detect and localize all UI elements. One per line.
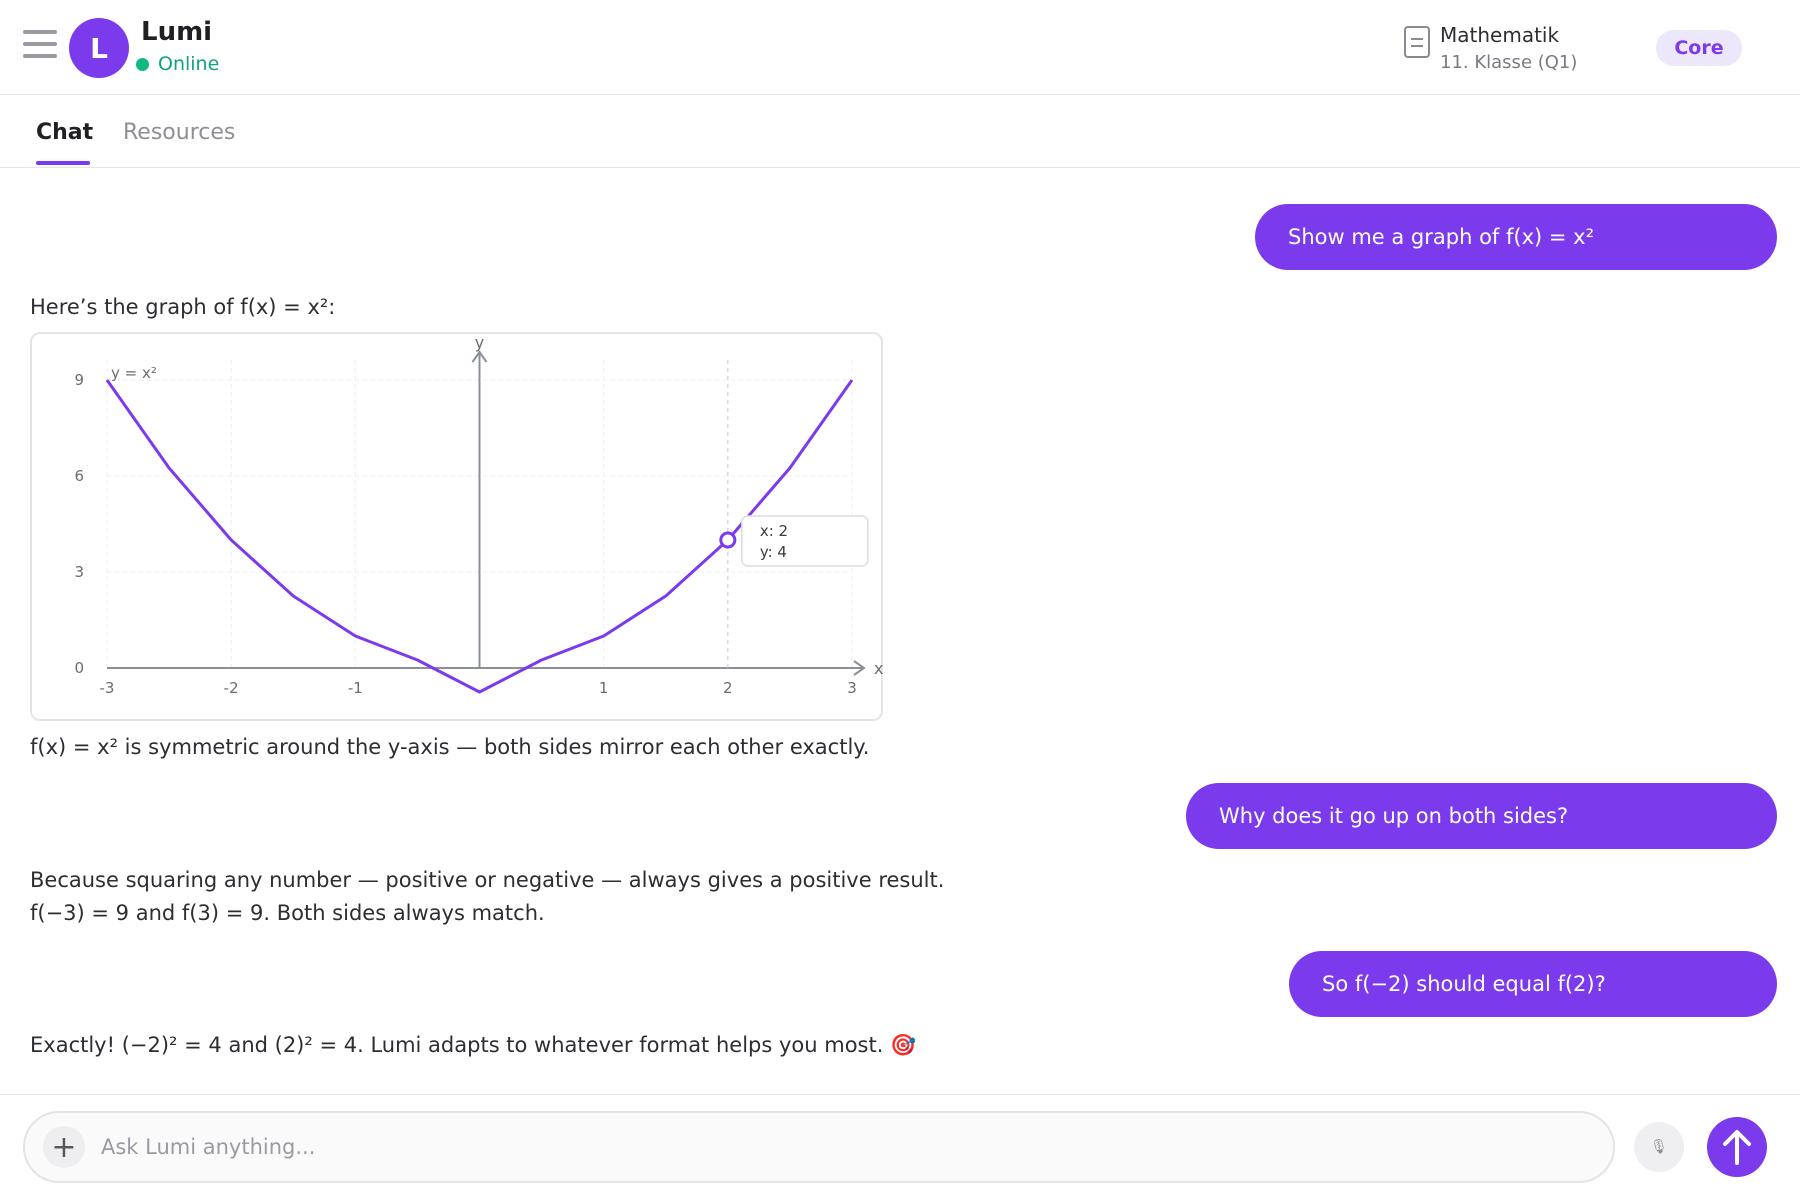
y-tick-label: 0 <box>74 659 84 677</box>
bot-message: Exactly! (−2)² = 4 and (2)² = 4. Lumi ad… <box>30 1033 917 1057</box>
avatar: L <box>69 18 129 78</box>
x-tick-label: -2 <box>224 679 239 697</box>
online-dot-icon <box>136 57 149 71</box>
x-tick-label: 3 <box>847 679 857 697</box>
subject-title: Mathematik <box>1440 23 1560 47</box>
online-status: Online <box>136 53 219 75</box>
chat-header: L Lumi Online Mathematik 11. Klasse (Q1)… <box>0 0 1800 95</box>
bot-message-line: Because squaring any number — positive o… <box>30 868 945 892</box>
tab-resources[interactable]: Resources <box>123 120 235 145</box>
user-message: Show me a graph of f(x) = x² <box>1255 204 1777 270</box>
x-tick-label: -3 <box>100 679 115 697</box>
microphone-icon: 🎙 <box>1650 1139 1668 1155</box>
user-message: Why does it go up on both sides? <box>1186 783 1777 849</box>
y-axis-label: y <box>475 334 484 352</box>
bot-message-line: f(−3) = 9 and f(3) = 9. Both sides alway… <box>30 901 545 925</box>
plan-badge: Core <box>1656 30 1742 66</box>
y-tick-label: 6 <box>74 467 84 485</box>
graph-card: -3 -2 -1 1 2 3 0 3 6 9 x y y = x² x: 2 y: 4 <box>30 332 883 721</box>
x-tick-label: -1 <box>348 679 363 697</box>
send-button[interactable] <box>1707 1117 1767 1177</box>
tooltip-x-value: x: 2 <box>760 522 788 540</box>
series-label: y = x² <box>111 364 157 382</box>
bot-message-intro: Here’s the graph of f(x) = x²: <box>30 295 336 319</box>
x-tick-label: 1 <box>599 679 609 697</box>
message-composer: + <box>23 1111 1615 1183</box>
avatar-letter: L <box>90 31 108 65</box>
tab-chat[interactable]: Chat <box>36 120 93 145</box>
plus-icon: + <box>51 1129 77 1165</box>
message-input[interactable] <box>101 1127 1581 1167</box>
microphone-button[interactable]: 🎙 <box>1634 1122 1684 1172</box>
bot-name: Lumi <box>141 17 213 47</box>
chart-tooltip: x: 2 y: 4 <box>719 360 869 668</box>
tooltip-y-value: y: 4 <box>760 543 787 561</box>
highlight-point <box>719 531 737 549</box>
bot-message: Because squaring any number — positive o… <box>30 864 944 930</box>
tab-bar: Chat Resources <box>0 96 1800 168</box>
function-graph: -3 -2 -1 1 2 3 0 3 6 9 x y y = x² x: 2 y: 4 <box>74 334 883 697</box>
status-label: Online <box>158 53 220 75</box>
y-tick-label: 9 <box>74 371 84 389</box>
user-message: So f(−2) should equal f(2)? <box>1289 951 1777 1017</box>
composer-divider <box>0 1094 1800 1095</box>
y-tick-label: 3 <box>74 563 84 581</box>
active-tab-indicator <box>36 161 90 165</box>
arrow-up-icon <box>1723 1130 1751 1165</box>
menu-icon[interactable] <box>23 30 57 62</box>
grade-label: 11. Klasse (Q1) <box>1440 52 1578 73</box>
add-attachment-button[interactable]: + <box>43 1126 85 1168</box>
x-tick-label: 2 <box>723 679 733 697</box>
x-axis-label: x <box>874 659 883 678</box>
bot-message-note: f(x) = x² is symmetric around the y-axis… <box>30 735 870 759</box>
document-icon <box>1404 26 1430 58</box>
